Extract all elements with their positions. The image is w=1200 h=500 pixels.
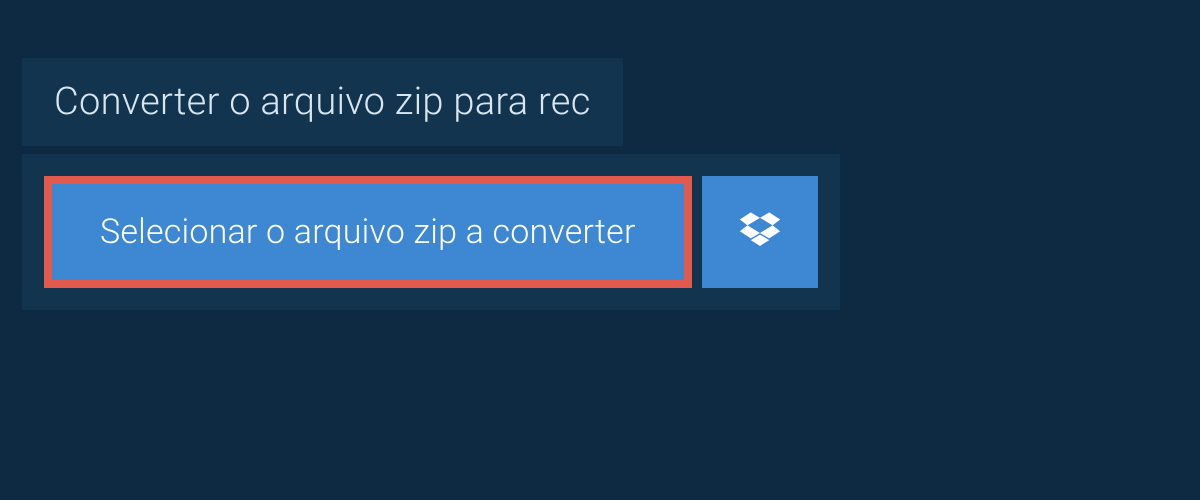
button-area: Selecionar o arquivo zip a converter (22, 154, 840, 310)
select-file-button-label: Selecionar o arquivo zip a converter (100, 212, 636, 252)
select-file-button[interactable]: Selecionar o arquivo zip a converter (44, 176, 692, 288)
dropbox-button[interactable] (702, 176, 818, 288)
title-bar: Converter o arquivo zip para rec (22, 58, 623, 146)
dropbox-icon (739, 209, 781, 255)
page-title: Converter o arquivo zip para rec (54, 80, 591, 124)
page-container: Converter o arquivo zip para rec Selecio… (0, 0, 1200, 310)
